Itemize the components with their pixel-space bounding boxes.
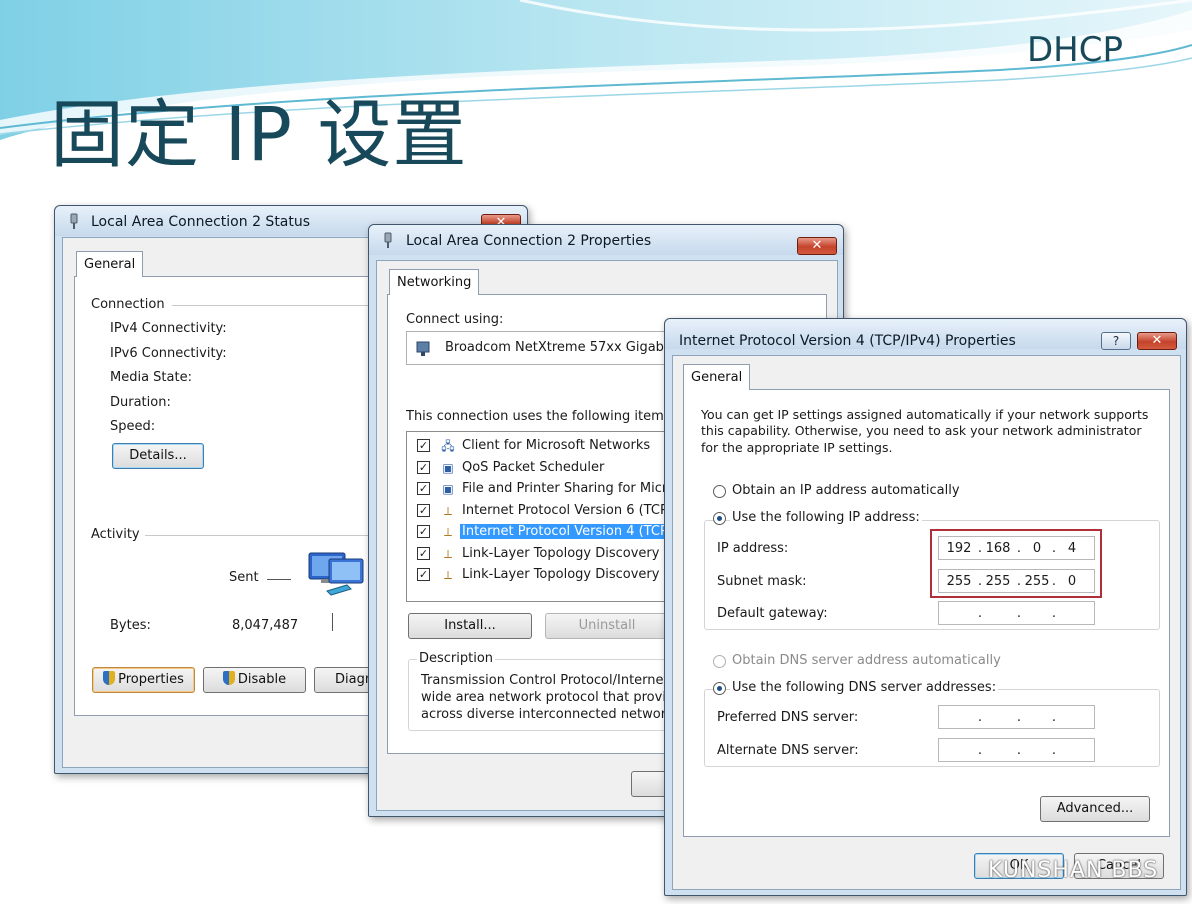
properties-button-label: Properties	[118, 672, 184, 687]
network-connection-icon	[384, 232, 392, 248]
item-label: Client for Microsoft Networks	[462, 438, 651, 453]
description-line-3: across diverse interconnected networks.	[421, 707, 685, 722]
highlight-box	[930, 529, 1102, 598]
obtain-ip-auto-label[interactable]: Obtain an IP address automatically	[732, 483, 960, 498]
sent-label: Sent	[229, 570, 259, 585]
obtain-dns-auto-radio[interactable]	[713, 655, 726, 668]
use-following-dns-radio[interactable]	[713, 682, 726, 695]
item-checkbox[interactable]: ✓	[417, 503, 430, 517]
bytes-sent-value: 8,047,487	[232, 618, 299, 633]
properties-window-title: Local Area Connection 2 Properties	[406, 233, 652, 249]
network-client-icon: 🖧	[441, 439, 455, 453]
preferred-dns-label: Preferred DNS server:	[717, 710, 859, 725]
items-label: This connection uses the following items…	[406, 409, 675, 424]
item-label: Link-Layer Topology Discovery Ma	[462, 545, 683, 561]
protocol-icon: ⟂	[443, 503, 452, 518]
network-connection-icon	[70, 213, 78, 229]
status-window-title: Local Area Connection 2 Status	[91, 214, 311, 230]
ip-dot-separator: .	[977, 606, 983, 621]
default-gateway-field[interactable]: ...	[938, 601, 1095, 625]
adapter-name: Broadcom NetXtreme 57xx Gigabit Co	[445, 340, 694, 355]
speed-label: Speed:	[110, 419, 156, 434]
item-checkbox[interactable]: ✓	[417, 460, 430, 474]
network-adapter-icon	[416, 341, 430, 356]
ipv4-window-title: Internet Protocol Version 4 (TCP/IPv4) P…	[679, 333, 1016, 349]
site-watermark: KUNSHAN BBS	[988, 858, 1159, 883]
media-state-label: Media State:	[110, 370, 192, 385]
use-following-ip-label[interactable]: Use the following IP address:	[730, 510, 922, 525]
ipv4-general-panel: You can get IP settings assigned automat…	[683, 389, 1170, 837]
protocol-icon: ⟂	[443, 546, 452, 561]
ipv4-window-close-button[interactable]: ✕	[1137, 332, 1177, 350]
description-line-1: Transmission Control Protocol/Internet P…	[421, 673, 686, 688]
ipv4-window-client: General You can get IP settings assigned…	[672, 355, 1181, 890]
ip-dot-separator: .	[977, 743, 983, 758]
disable-button[interactable]: Disable	[203, 667, 306, 693]
intro-line-1: You can get IP settings assigned automat…	[701, 407, 1149, 422]
ip-dot-separator: .	[1016, 743, 1022, 758]
bytes-label: Bytes:	[110, 618, 151, 633]
tab-general[interactable]: General	[76, 251, 144, 277]
install-button[interactable]: Install...	[408, 613, 532, 639]
network-activity-icon	[308, 552, 364, 596]
item-label: Internet Protocol Version 6 (TCP/IP	[462, 502, 684, 518]
ipv4-window: Internet Protocol Version 4 (TCP/IPv4) P…	[664, 318, 1187, 896]
activity-group-label: Activity	[91, 527, 140, 542]
help-button[interactable]: ?	[1101, 332, 1131, 350]
ip-dot-separator: .	[1051, 743, 1057, 758]
connect-using-label: Connect using:	[406, 312, 504, 327]
tab-networking[interactable]: Networking	[389, 269, 480, 295]
details-button[interactable]: Details...	[112, 443, 204, 469]
item-label: QoS Packet Scheduler	[462, 459, 605, 475]
description-group-label: Description	[417, 651, 496, 666]
use-following-dns-label[interactable]: Use the following DNS server addresses:	[730, 680, 999, 695]
properties-window-close-button[interactable]: ✕	[797, 237, 837, 255]
default-gateway-label: Default gateway:	[717, 606, 828, 621]
item-checkbox[interactable]: ✓	[417, 482, 430, 495]
use-following-ip-radio[interactable]	[713, 512, 726, 525]
description-line-2: wide area network protocol that provides	[421, 690, 689, 705]
properties-window-titlebar[interactable]: Local Area Connection 2 Properties	[369, 225, 843, 255]
uac-shield-icon	[222, 671, 235, 685]
slide-title: 固定 IP 设置	[50, 92, 468, 178]
disable-button-label: Disable	[237, 672, 287, 687]
tab-general[interactable]: General	[683, 364, 751, 390]
ipv4-connectivity-label: IPv4 Connectivity:	[110, 321, 227, 336]
service-icon: ▣	[442, 482, 454, 496]
alternate-dns-field[interactable]: ...	[938, 738, 1095, 762]
connection-group-label: Connection	[91, 297, 165, 312]
item-label: Internet Protocol Version 4 (TCP/IP	[460, 524, 686, 539]
obtain-ip-auto-radio[interactable]	[713, 485, 726, 498]
sent-dash	[267, 579, 291, 580]
advanced-button[interactable]: Advanced...	[1040, 796, 1150, 822]
item-checkbox[interactable]: ✓	[417, 439, 430, 452]
item-checkbox[interactable]: ✓	[417, 525, 430, 538]
item-checkbox[interactable]: ✓	[417, 568, 430, 581]
ip-dot-separator: .	[1051, 710, 1057, 725]
bytes-divider	[332, 613, 333, 631]
ip-address-label: IP address:	[717, 541, 789, 556]
subnet-mask-label: Subnet mask:	[717, 574, 807, 589]
item-label: Link-Layer Topology Discovery Re	[462, 567, 681, 582]
ip-dot-separator: .	[1016, 710, 1022, 725]
intro-line-3: for the appropriate IP settings.	[701, 440, 893, 455]
ip-dot-separator: .	[977, 710, 983, 725]
ip-dot-separator: .	[1051, 606, 1057, 621]
slide-tag: DHCP	[1027, 30, 1123, 70]
intro-line-2: this capability. Otherwise, you need to …	[701, 423, 1142, 438]
service-icon: ▣	[442, 460, 454, 475]
preferred-dns-field[interactable]: ...	[938, 705, 1095, 729]
item-label: File and Printer Sharing for Microso	[462, 481, 690, 496]
uac-shield-icon	[103, 671, 116, 685]
alternate-dns-label: Alternate DNS server:	[717, 743, 859, 758]
properties-button[interactable]: Properties	[92, 667, 195, 693]
protocol-icon: ⟂	[443, 525, 452, 539]
ipv6-connectivity-label: IPv6 Connectivity:	[110, 346, 227, 361]
duration-label: Duration:	[110, 395, 171, 410]
uninstall-button[interactable]: Uninstall	[545, 613, 669, 639]
item-checkbox[interactable]: ✓	[417, 546, 430, 560]
ip-dot-separator: .	[1016, 606, 1022, 621]
obtain-dns-auto-label[interactable]: Obtain DNS server address automatically	[732, 653, 1001, 668]
protocol-icon: ⟂	[443, 568, 452, 582]
